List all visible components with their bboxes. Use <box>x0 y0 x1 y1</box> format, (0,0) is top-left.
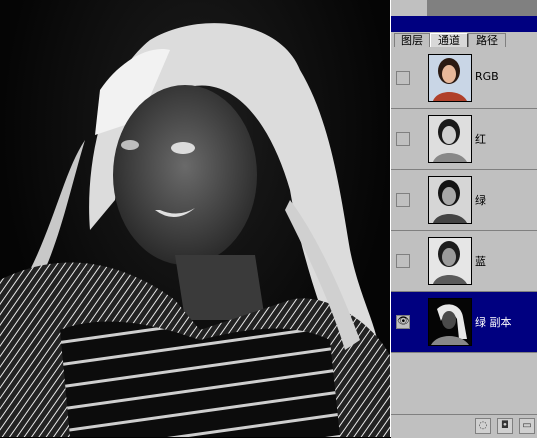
visibility-toggle[interactable] <box>396 71 410 85</box>
visibility-toggle[interactable] <box>396 132 410 146</box>
visibility-toggle[interactable] <box>396 193 410 207</box>
tab-layers[interactable]: 图层 <box>394 33 430 47</box>
channel-row-blue[interactable]: 蓝 <box>391 231 537 292</box>
tab-paths[interactable]: 路径 <box>468 33 506 47</box>
channel-row-rgb[interactable]: RGB <box>391 48 537 109</box>
palette-footer: ◌ ◘ ▭ <box>391 414 537 438</box>
channels-palette: 图层 通道 路径 RGB 红 绿 蓝 👁 绿 副本 ◌ ◘ ▭ <box>390 0 537 438</box>
channel-thumbnail <box>428 176 472 224</box>
eye-icon[interactable]: 👁 <box>396 315 410 329</box>
new-channel-icon[interactable]: ▭ <box>519 418 535 434</box>
channel-name: 绿 副本 <box>475 316 512 329</box>
tab-channels[interactable]: 通道 <box>430 33 468 47</box>
visibility-toggle[interactable] <box>396 254 410 268</box>
channel-thumbnail <box>428 237 472 285</box>
load-selection-icon[interactable]: ◌ <box>475 418 491 434</box>
document-canvas[interactable] <box>0 0 392 437</box>
channel-name: RGB <box>475 70 499 83</box>
channel-name: 蓝 <box>475 255 486 268</box>
save-selection-icon[interactable]: ◘ <box>497 418 513 434</box>
channel-list: RGB 红 绿 蓝 👁 绿 副本 <box>391 48 537 358</box>
channel-row-red[interactable]: 红 <box>391 109 537 170</box>
palette-title-bar[interactable] <box>391 16 537 32</box>
palette-top-bar <box>427 0 537 16</box>
channel-thumbnail <box>428 298 472 346</box>
channel-thumbnail <box>428 115 472 163</box>
palette-tab-bar: 图层 通道 路径 <box>391 32 537 48</box>
channel-thumbnail <box>428 54 472 102</box>
channel-row-green-copy[interactable]: 👁 绿 副本 <box>391 292 537 353</box>
channel-row-green[interactable]: 绿 <box>391 170 537 231</box>
channel-image <box>0 23 392 437</box>
channel-name: 红 <box>475 133 486 146</box>
channel-name: 绿 <box>475 194 486 207</box>
